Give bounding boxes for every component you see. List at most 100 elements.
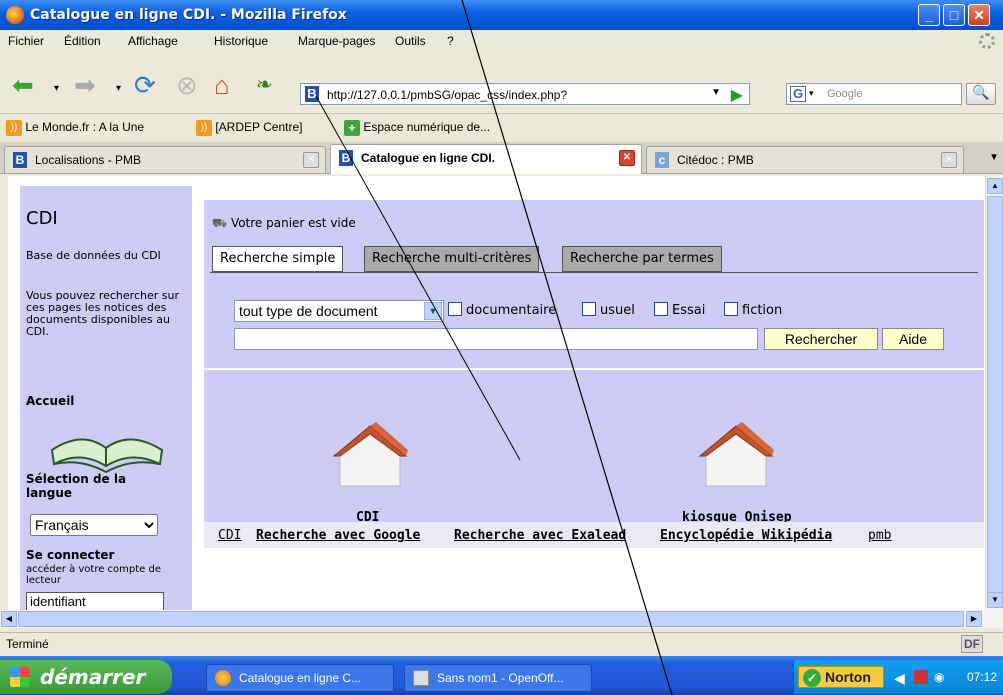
checkbox-fiction[interactable]	[724, 302, 738, 316]
rss-icon: ))	[196, 120, 212, 136]
vertical-scrollbar[interactable]: ▲ ▼	[985, 176, 1003, 610]
norton-button[interactable]: ✓ Norton	[798, 666, 884, 688]
network-icon[interactable]: ◉	[934, 670, 944, 684]
window-title-bar[interactable]: Catalogue en ligne CDI. - Mozilla Firefo…	[0, 0, 1003, 30]
scroll-up-icon[interactable]: ▲	[987, 178, 1003, 194]
basket-icon: ⛟	[212, 216, 228, 230]
clock[interactable]: 07:12	[967, 670, 997, 684]
tab-citedoc[interactable]: c Citédoc : PMB ✕	[646, 146, 964, 173]
sidebar-title: CDI	[26, 208, 58, 229]
start-button[interactable]: démarrer	[0, 660, 172, 694]
tab-divider	[210, 272, 978, 273]
df-addon-icon[interactable]: DF	[961, 635, 983, 653]
checkbox-essai[interactable]	[654, 302, 668, 316]
home-link[interactable]: Accueil	[26, 394, 74, 408]
scroll-left-icon[interactable]: ◀	[1, 611, 17, 627]
home-icon[interactable]: ⌂	[214, 70, 230, 100]
leaf-icon[interactable]: ❧	[256, 70, 273, 100]
search-submit-button[interactable]: Rechercher	[764, 328, 878, 350]
open-book-icon[interactable]	[42, 420, 172, 480]
connect-hint: accéder à votre compte de lecteur	[26, 564, 162, 586]
horizontal-scrollbar[interactable]: ◀ ▶	[0, 610, 1003, 628]
engine-dropdown-icon[interactable]: ▾	[809, 88, 814, 99]
windows-taskbar: démarrer Catalogue en ligne C... Sans no…	[0, 656, 1003, 695]
minimize-button[interactable]: _	[918, 4, 940, 26]
footer-link-wikipedia[interactable]: Encyclopédie Wikipédia	[660, 528, 832, 543]
footer-link-exalead[interactable]: Recherche avec Exalead	[454, 528, 626, 543]
forward-dropdown-icon[interactable]: ▾	[116, 74, 121, 104]
panel-separator	[204, 368, 984, 370]
taskbar-item-firefox[interactable]: Catalogue en ligne C...	[206, 664, 394, 692]
onisep-house-icon[interactable]	[696, 420, 776, 490]
horizontal-scroll-thumb[interactable]	[18, 611, 964, 627]
footer-link-cdi[interactable]: CDI	[218, 528, 241, 543]
plus-icon: +	[344, 120, 360, 136]
page-content: CDI Base de données du CDI Vous pouvez r…	[8, 176, 985, 610]
tab-terms-search[interactable]: Recherche par termes	[562, 246, 722, 272]
close-window-button[interactable]: ✕	[968, 4, 990, 26]
go-icon[interactable]: ▶	[731, 85, 743, 105]
footer-link-google[interactable]: Recherche avec Google	[256, 528, 420, 543]
chevron-down-icon[interactable]: ▼	[424, 302, 442, 320]
menu-view[interactable]: Affichage	[128, 34, 178, 48]
sidebar-description: Vous pouvez rechercher sur ces pages les…	[26, 289, 179, 338]
tab-localisations[interactable]: B Localisations - PMB ✕	[4, 146, 326, 173]
tab-multicriteria-search[interactable]: Recherche multi-critères	[364, 246, 540, 272]
url-dropdown-icon[interactable]: ▼	[711, 87, 721, 98]
maximize-button[interactable]: □	[943, 4, 965, 26]
forward-button[interactable]: ➡	[74, 70, 96, 100]
language-select[interactable]: Français	[30, 514, 158, 536]
document-type-select[interactable]: tout type de document ▼	[234, 300, 444, 322]
scroll-right-icon[interactable]: ▶	[966, 611, 982, 627]
address-bar[interactable]: B http://127.0.0.1/pmbSG/opac_css/index.…	[300, 83, 750, 105]
close-tab-icon[interactable]: ✕	[619, 150, 635, 166]
tab-list-icon[interactable]: ▼	[989, 152, 999, 163]
search-panel: ⛟ Votre panier est vide Recherche simple…	[204, 200, 984, 530]
close-tab-icon[interactable]: ✕	[941, 152, 957, 168]
vertical-scroll-thumb[interactable]	[987, 196, 1003, 596]
tray-arrow-icon[interactable]: ◀	[894, 670, 905, 687]
tab-catalogue[interactable]: B Catalogue en ligne CDI. ✕	[330, 144, 642, 174]
checkbox-documentaire[interactable]	[448, 302, 462, 316]
tab-simple-search[interactable]: Recherche simple	[212, 246, 344, 272]
back-button[interactable]: ⬅	[12, 70, 34, 100]
close-tab-icon[interactable]: ✕	[303, 152, 319, 168]
cart-status: ⛟ Votre panier est vide	[212, 216, 356, 230]
menu-file[interactable]: Fichier	[8, 34, 44, 48]
reader-id-input[interactable]: identifiant	[26, 592, 164, 610]
tray-app-icon[interactable]	[914, 670, 928, 684]
status-text: Terminé	[6, 637, 49, 651]
menu-tools[interactable]: Outils	[395, 34, 426, 48]
language-heading: Sélection de la langue	[26, 472, 127, 500]
taskbar-item-openoffice[interactable]: Sans nom1 - OpenOff...	[404, 664, 592, 692]
window-title: Catalogue en ligne CDI. - Mozilla Firefo…	[30, 7, 347, 23]
menu-help[interactable]: ?	[447, 34, 454, 48]
pmb-favicon-icon: B	[13, 152, 27, 168]
firefox-icon	[215, 670, 231, 686]
pmb-favicon-icon: B	[339, 150, 353, 166]
search-button[interactable]: 🔍	[966, 83, 996, 105]
bookmark-ardep[interactable]: )) [ARDEP Centre]	[196, 120, 303, 136]
search-placeholder: Google	[827, 88, 863, 100]
footer-links: CDI Recherche avec Google Recherche avec…	[204, 522, 984, 548]
help-button[interactable]: Aide	[882, 328, 944, 350]
scroll-down-icon[interactable]: ▼	[987, 592, 1003, 608]
back-dropdown-icon[interactable]: ▾	[54, 74, 59, 104]
google-icon[interactable]: G	[790, 86, 806, 102]
footer-link-pmb[interactable]: pmb	[868, 528, 891, 543]
checkbox-usuel[interactable]	[582, 302, 596, 316]
stop-icon[interactable]: ⊗	[176, 70, 198, 100]
sidebar: CDI Base de données du CDI Vous pouvez r…	[20, 186, 192, 610]
menu-bookmarks[interactable]: Marque-pages	[298, 34, 375, 48]
label-essai: Essai	[672, 303, 706, 318]
search-engine-box[interactable]: G ▾ Google	[786, 83, 962, 105]
cdi-house-icon[interactable]	[330, 420, 410, 490]
reload-icon[interactable]: ⟳	[134, 70, 156, 100]
bookmark-espace[interactable]: + Espace numérique de...	[344, 120, 490, 136]
menu-history[interactable]: Historique	[214, 34, 268, 48]
bookmark-lemonde[interactable]: )) Le Monde.fr : A la Une	[6, 120, 144, 136]
menu-edit[interactable]: Édition	[64, 34, 101, 48]
search-input[interactable]	[234, 328, 758, 350]
url-text[interactable]: http://127.0.0.1/pmbSG/opac_css/index.ph…	[327, 88, 567, 102]
check-icon: ✓	[803, 669, 821, 687]
